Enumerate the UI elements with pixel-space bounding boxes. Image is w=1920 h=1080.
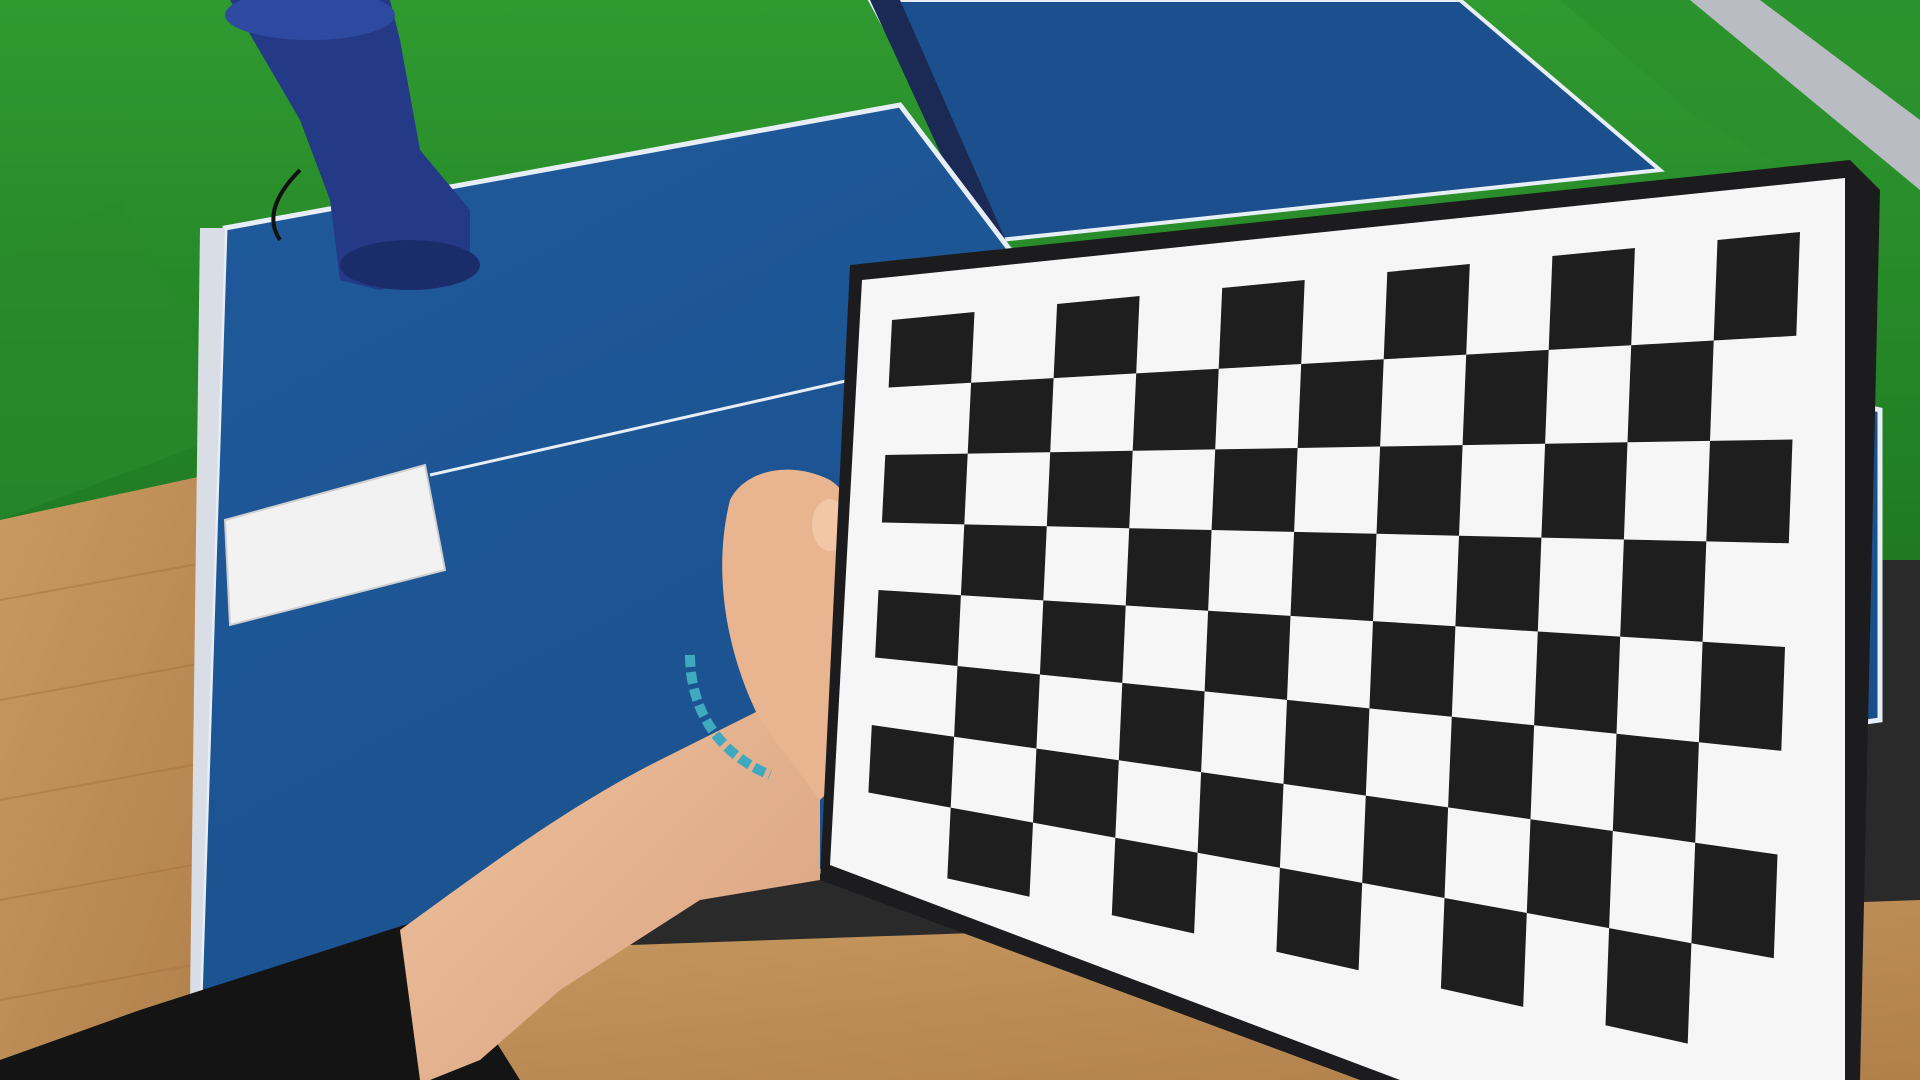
checker-square (1455, 535, 1542, 632)
checker-square (1125, 528, 1212, 611)
scene-canvas (0, 0, 1920, 1080)
checker-square (1440, 898, 1527, 1007)
checker-square (1612, 733, 1699, 843)
checker-square (1448, 716, 1535, 820)
checker-square (1627, 340, 1714, 443)
checker-square (1383, 264, 1470, 360)
checker-square (1211, 448, 1298, 532)
checker-square (1204, 610, 1291, 700)
checker-square (875, 590, 961, 666)
checker-square (1706, 439, 1793, 544)
checker-square (1526, 819, 1613, 929)
checker-square (1283, 699, 1370, 796)
checker-square (1053, 296, 1140, 379)
checker-square (954, 666, 1040, 749)
checker-square (881, 453, 968, 525)
checker-square (1362, 795, 1449, 898)
checker-square (1118, 682, 1205, 773)
checker-square (1376, 445, 1463, 536)
checker-square (1197, 772, 1284, 868)
checker-square (1462, 349, 1549, 446)
checker-square (1691, 842, 1778, 959)
checker-square (1369, 621, 1456, 717)
checker-square (1033, 748, 1119, 838)
checker-square (1620, 539, 1707, 642)
checker-square (1548, 248, 1635, 350)
checker-square (1605, 928, 1692, 1044)
checker-square (1046, 450, 1133, 529)
checker-square (1218, 280, 1305, 369)
checker-square (1713, 232, 1800, 341)
checker-square (960, 524, 1047, 601)
checker-square (967, 378, 1054, 454)
checker-square (1534, 631, 1621, 734)
checker-square (1297, 359, 1384, 448)
checker-square (1290, 531, 1377, 622)
checker-square (1039, 600, 1126, 683)
checker-square (888, 312, 975, 388)
checker-square (1541, 442, 1628, 540)
checker-square (1132, 368, 1219, 451)
checker-square (1698, 641, 1785, 751)
